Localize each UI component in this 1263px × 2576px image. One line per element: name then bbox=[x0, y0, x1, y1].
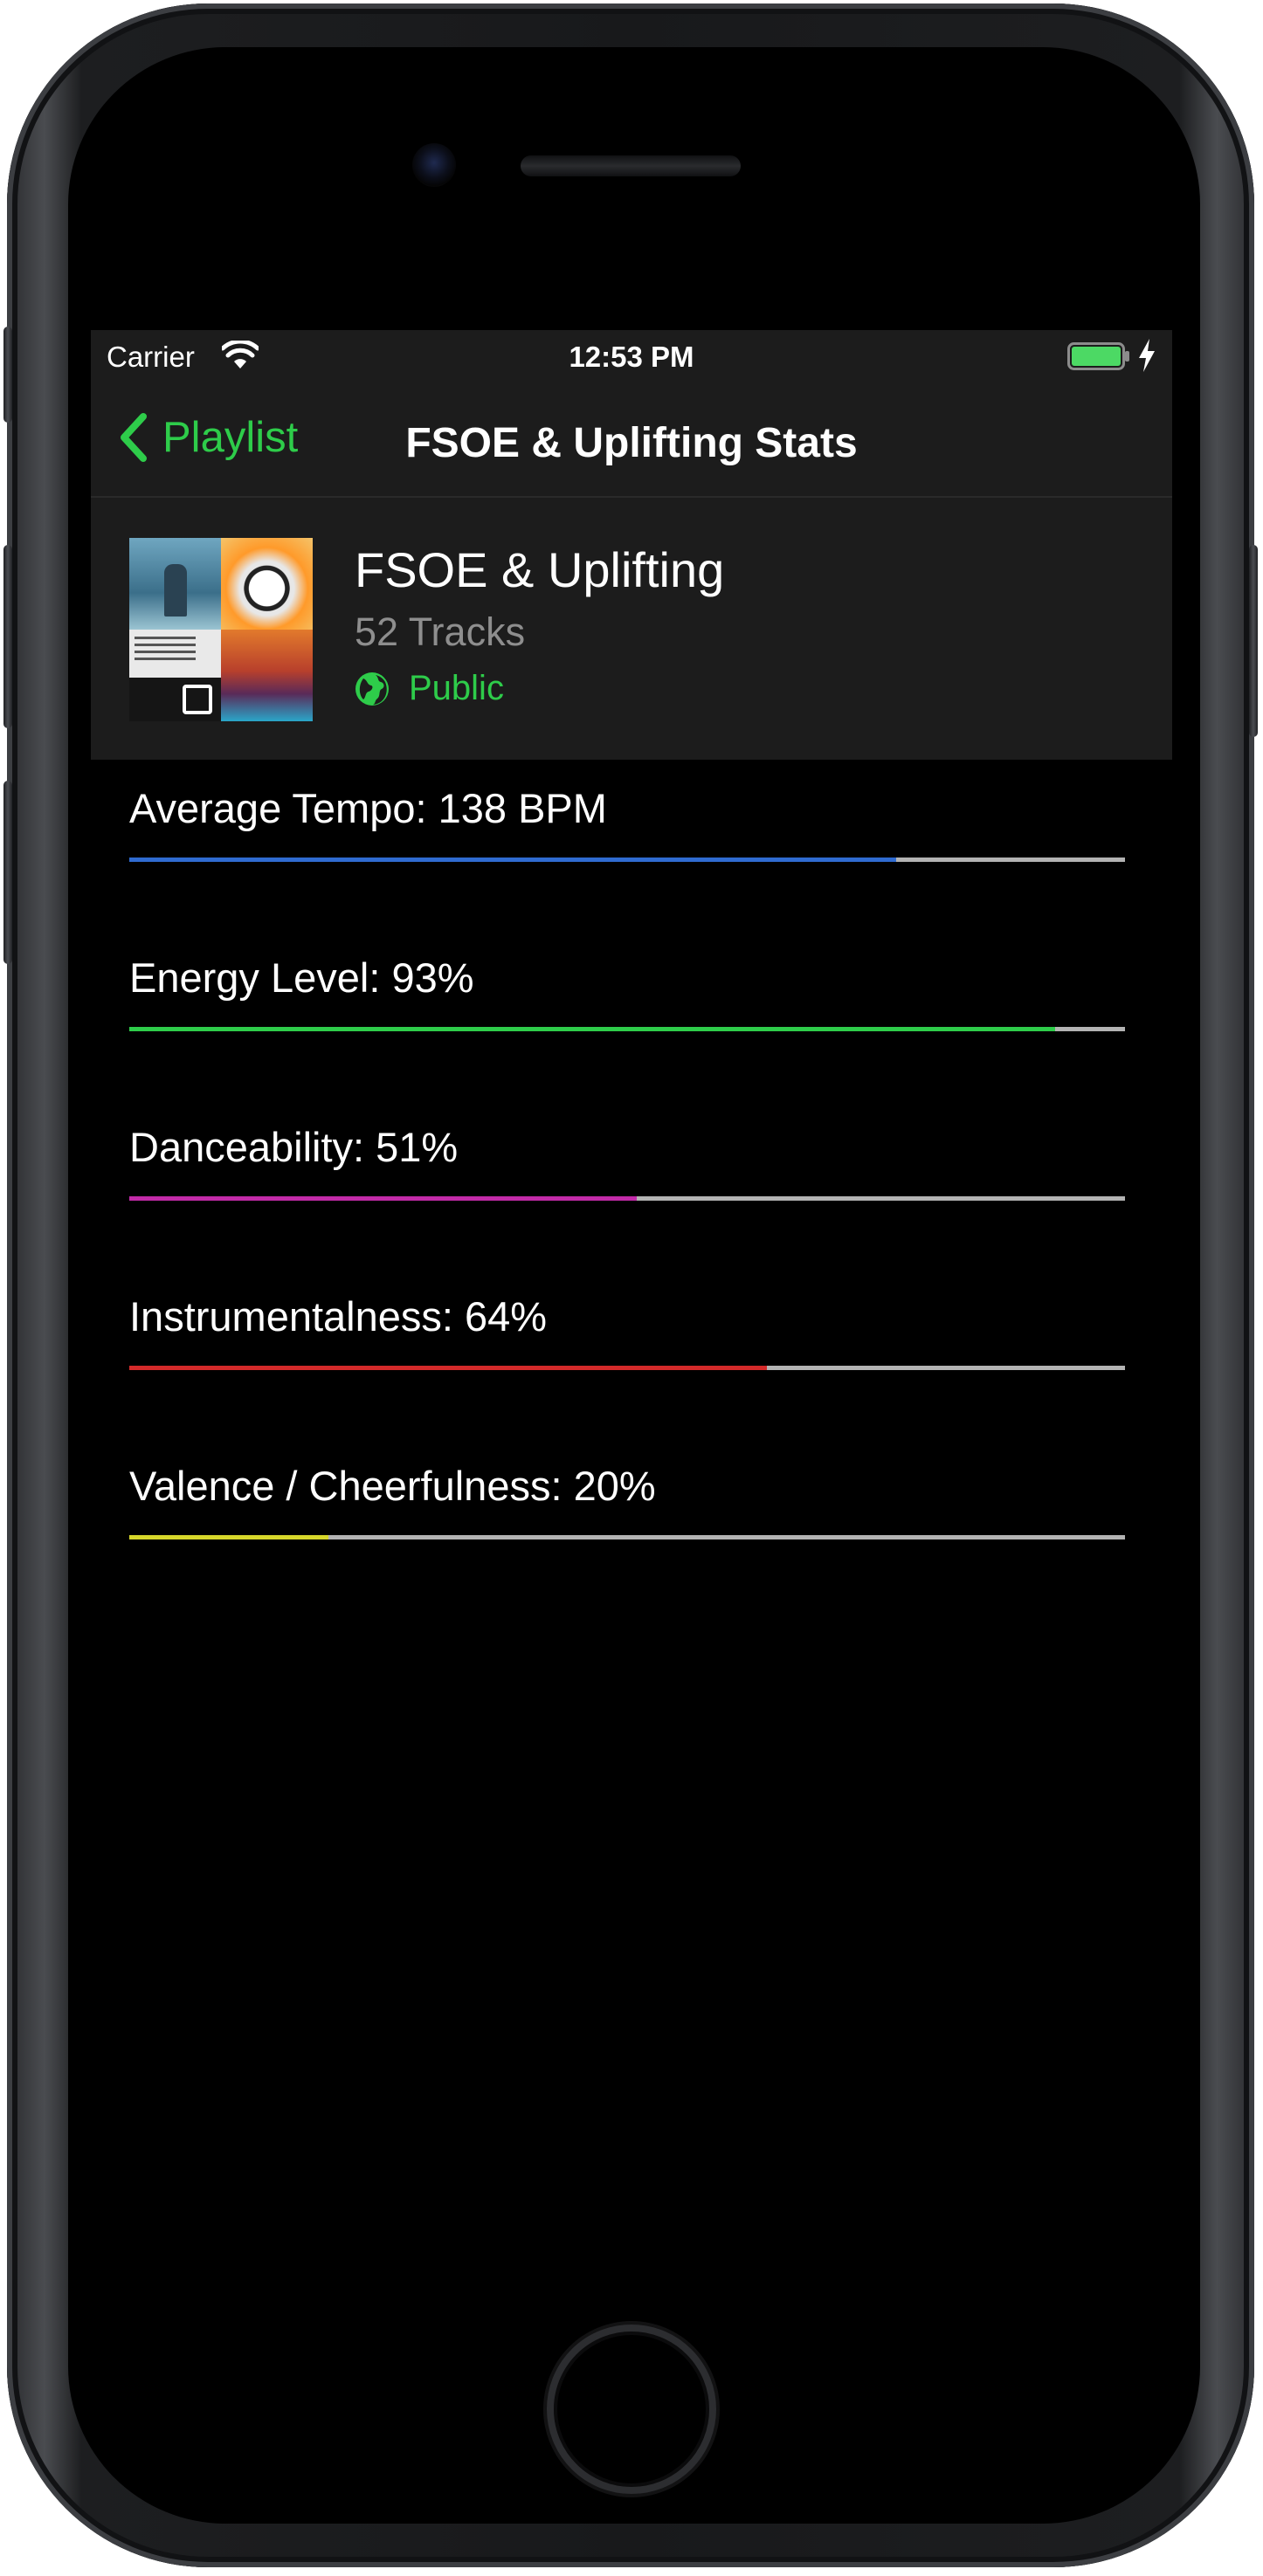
stat-progress-fill bbox=[129, 1027, 1056, 1031]
silent-switch bbox=[3, 327, 12, 423]
screen: Carrier 12:53 PM Playlist FSOE & Uplifti… bbox=[91, 330, 1172, 2262]
stat-progress-fill bbox=[129, 858, 896, 862]
playlist-header: FSOE & Uplifting 52 Tracks Public bbox=[91, 498, 1172, 760]
visibility-label: Public bbox=[409, 669, 504, 707]
page-title: FSOE & Uplifting Stats bbox=[405, 420, 858, 466]
stat-progress-track bbox=[129, 1027, 1125, 1031]
stat-label: Valence / Cheerfulness: 20% bbox=[129, 1463, 656, 1509]
playlist-name: FSOE & Uplifting bbox=[355, 542, 725, 597]
status-time: 12:53 PM bbox=[569, 341, 694, 373]
cover-tile bbox=[129, 630, 221, 721]
earpiece-speaker bbox=[521, 155, 741, 176]
stat-progress-fill bbox=[129, 1535, 328, 1539]
front-camera bbox=[412, 143, 456, 187]
cover-tile bbox=[129, 538, 221, 630]
home-button[interactable] bbox=[547, 2325, 716, 2494]
cover-tile bbox=[221, 538, 313, 630]
volume-up-button bbox=[3, 545, 12, 728]
visibility-indicator: Public bbox=[355, 669, 504, 708]
stat-progress-fill bbox=[129, 1196, 638, 1201]
navigation-bar: Playlist FSOE & Uplifting Stats bbox=[91, 386, 1172, 498]
charging-bolt-icon bbox=[1139, 339, 1155, 372]
volume-down-button bbox=[3, 781, 12, 964]
stat-progress-track bbox=[129, 1196, 1125, 1201]
stat-progress-track bbox=[129, 1366, 1125, 1370]
stat-progress-track bbox=[129, 858, 1125, 862]
battery-icon bbox=[1067, 342, 1129, 370]
stat-label: Energy Level: 93% bbox=[129, 954, 474, 1001]
stat-progress-fill bbox=[129, 1366, 767, 1370]
stat-label: Average Tempo: 138 BPM bbox=[129, 785, 607, 831]
stat-label: Danceability: 51% bbox=[129, 1124, 459, 1170]
status-bar: Carrier 12:53 PM bbox=[91, 330, 1172, 386]
track-count: 52 Tracks bbox=[355, 610, 526, 654]
stat-label: Instrumentalness: 64% bbox=[129, 1293, 548, 1340]
stat-progress-track bbox=[129, 1535, 1125, 1539]
playlist-cover-art bbox=[129, 538, 313, 721]
cover-tile bbox=[221, 630, 313, 721]
globe-icon bbox=[355, 672, 389, 706]
power-button bbox=[1249, 545, 1258, 737]
